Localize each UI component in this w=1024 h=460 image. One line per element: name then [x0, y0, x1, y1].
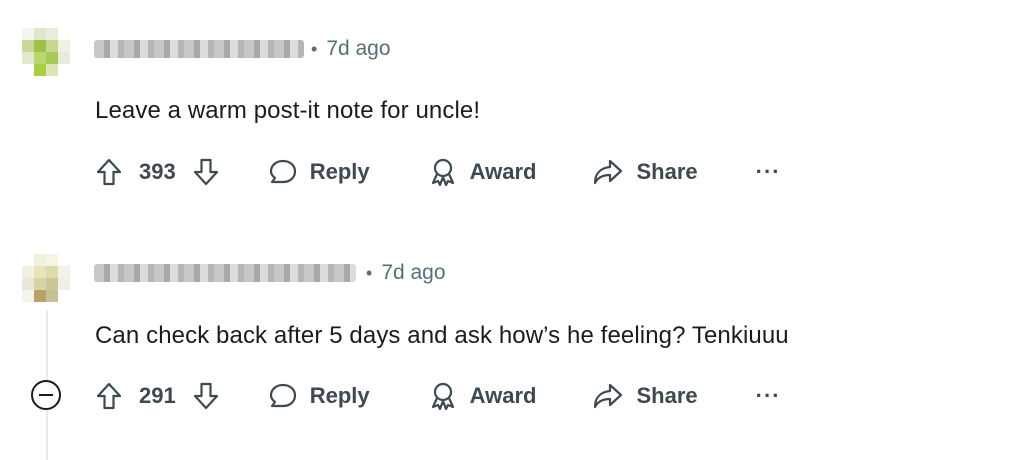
reply-button[interactable]: Reply [268, 382, 370, 410]
comment-meta: • 7d ago [311, 37, 391, 61]
more-options-button[interactable]: ··· [756, 159, 781, 185]
comment: • 7d ago Can check back after 5 days and… [0, 230, 1024, 460]
vote-group: 393 [95, 157, 220, 187]
award-button[interactable]: Award [428, 157, 537, 187]
username-redacted[interactable] [94, 264, 356, 282]
award-icon [431, 382, 454, 411]
comment-body: Can check back after 5 days and ask how’… [95, 322, 789, 349]
reply-label: Reply [309, 159, 370, 184]
vote-group: 291 [95, 381, 220, 411]
ellipsis-icon: ··· [755, 383, 781, 408]
reply-label: Reply [309, 383, 370, 408]
share-button[interactable]: Share [592, 158, 698, 186]
meta-separator: • [366, 262, 373, 283]
share-icon [594, 159, 623, 185]
downvote-icon[interactable] [192, 157, 220, 187]
ellipsis-icon: ··· [755, 159, 781, 184]
comment-bubble-icon [269, 159, 296, 184]
comment: • 7d ago Leave a warm post-it note for u… [0, 0, 1024, 215]
award-button[interactable]: Award [428, 381, 537, 411]
upvote-icon[interactable] [95, 157, 123, 187]
share-label: Share [636, 159, 698, 184]
collapse-thread-button[interactable] [31, 380, 61, 410]
award-label: Award [469, 383, 537, 408]
avatar[interactable] [22, 28, 70, 76]
comment-bubble-icon [269, 383, 296, 408]
comment-time[interactable]: 7d ago [381, 261, 445, 285]
comment-body: Leave a warm post-it note for uncle! [95, 97, 481, 124]
reply-button[interactable]: Reply [268, 158, 370, 186]
share-button[interactable]: Share [592, 382, 698, 410]
vote-count: 393 [139, 159, 176, 184]
comment-actions: 393 Reply Award Share ··· [95, 152, 781, 192]
award-icon [431, 158, 454, 187]
vote-count: 291 [139, 383, 176, 408]
downvote-icon[interactable] [192, 381, 220, 411]
share-icon [594, 383, 623, 409]
share-label: Share [636, 383, 698, 408]
upvote-icon[interactable] [95, 381, 123, 411]
comment-actions: 291 Reply Award Share ··· [95, 376, 781, 416]
avatar[interactable] [22, 254, 70, 302]
minus-icon [39, 394, 53, 396]
more-options-button[interactable]: ··· [756, 383, 781, 409]
comment-meta: • 7d ago [366, 261, 446, 285]
username-redacted[interactable] [94, 40, 304, 58]
award-label: Award [469, 159, 537, 184]
meta-separator: • [311, 38, 318, 59]
comment-time[interactable]: 7d ago [326, 37, 390, 61]
